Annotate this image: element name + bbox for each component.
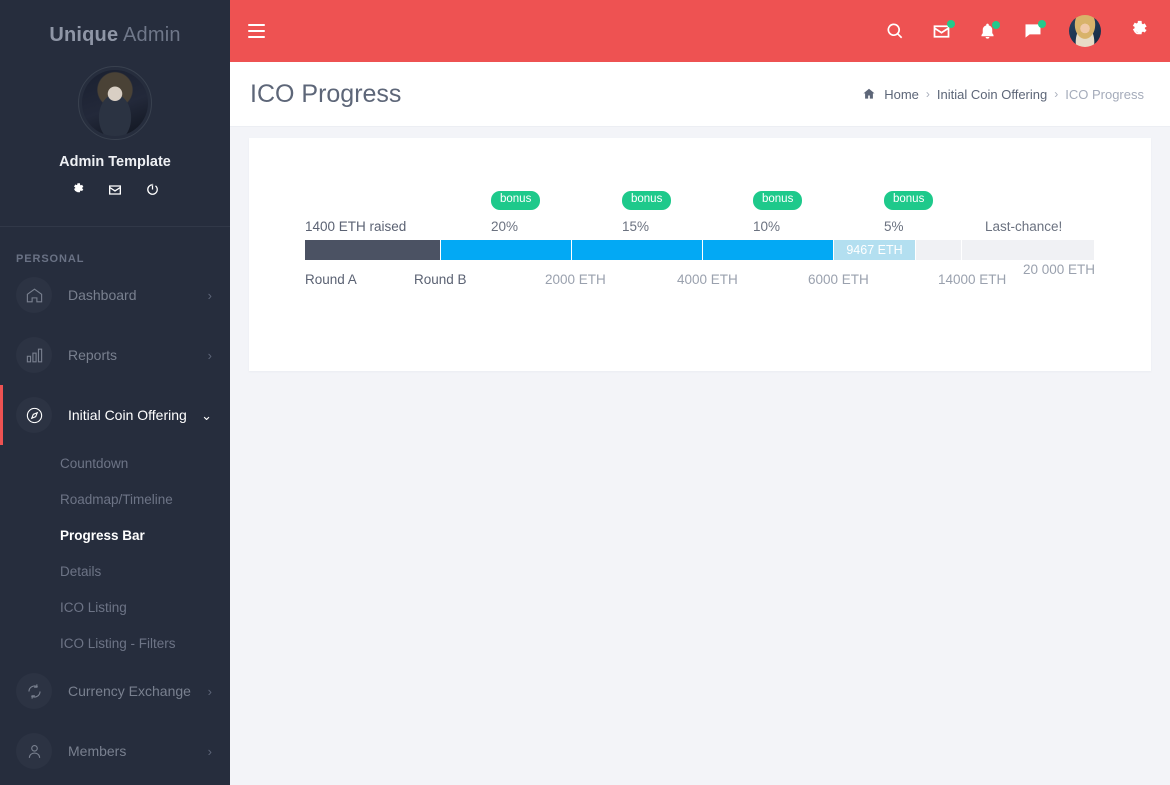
progress-bottom-label: 14000 ETH (938, 272, 1007, 287)
progress-segment (915, 240, 961, 260)
progress-bottom-label: 20 000 ETH (1023, 262, 1096, 277)
members-icon (16, 733, 52, 769)
bell-icon[interactable] (978, 20, 1000, 41)
sidebar-subitem-label: Roadmap/Timeline (60, 491, 173, 507)
progress-bar[interactable]: 9467 ETH (305, 240, 1094, 260)
page-header: ICO Progress Home › Initial Coin Offerin… (230, 62, 1170, 127)
sidebar-item-label: Initial Coin Offering (68, 407, 187, 423)
sidebar-item-dashboard[interactable]: Dashboard › (0, 265, 230, 325)
chevron-down-icon: ⌄ (201, 407, 212, 423)
compass-icon (16, 397, 52, 433)
progress-bottom-label: 6000 ETH (808, 272, 869, 287)
ico-progress-card: 1400 ETH raised bonus 20% bonus 15% bonus 10% b… (249, 138, 1151, 371)
progress-segment (440, 240, 571, 260)
chevron-right-icon: › (207, 347, 212, 363)
bonus-badge: bonus (753, 191, 803, 210)
bonus-badge: bonus (884, 191, 934, 210)
progress-bottom-label: 2000 ETH (545, 272, 606, 287)
chevron-right-icon: › (207, 287, 212, 303)
avatar[interactable] (78, 66, 152, 140)
sidebar-item-currency-exchange[interactable]: Currency Exchange › (0, 661, 230, 721)
progress-bottom-labels: Round A Round B 2000 ETH 4000 ETH 6000 ETH 14… (305, 260, 1096, 302)
sidebar-subitem-roadmap-timeline[interactable]: Roadmap/Timeline (0, 481, 230, 517)
progress-segment: 9467 ETH (833, 240, 915, 260)
mail-icon[interactable] (107, 182, 123, 198)
brand-bold: Unique (49, 24, 119, 46)
progress-top-label: 1400 ETH raised (305, 219, 407, 234)
home-icon (16, 277, 52, 313)
topbar-actions (885, 15, 1149, 47)
sidebar-subitem-details[interactable]: Details (0, 553, 230, 589)
bonus-badge: bonus (491, 191, 541, 210)
chevron-right-icon: › (207, 683, 212, 699)
breadcrumb-item-current: ICO Progress (1065, 86, 1144, 102)
sidebar-item-members[interactable]: Members › (0, 721, 230, 781)
sidebar-user-name: Admin Template (59, 154, 171, 170)
mail-badge (947, 19, 955, 28)
sidebar-section-label: PERSONAL (16, 253, 85, 265)
exchange-icon (16, 673, 52, 709)
settings-icon[interactable] (70, 182, 85, 198)
sidebar-item-label: Reports (68, 347, 118, 363)
brand-logo[interactable]: Unique Admin (0, 14, 230, 48)
sidebar-subitem-label: Countdown (60, 455, 129, 471)
breadcrumb-item-home[interactable]: Home (884, 87, 919, 102)
progress-segment (305, 240, 440, 260)
sidebar-item-initial-coin-offering[interactable]: Initial Coin Offering ⌄ (0, 385, 230, 445)
sidebar-item-reports[interactable]: Reports › (0, 325, 230, 385)
sidebar: Unique Admin Admin Template PERSONAL Das… (0, 0, 230, 785)
page-title: ICO Progress (250, 79, 402, 108)
sidebar-subitem-label: ICO Listing (60, 599, 127, 615)
sidebar-subitem-ico-listing[interactable]: ICO Listing (0, 589, 230, 625)
progress-bottom-label: Round B (414, 272, 467, 287)
progress-segment (571, 240, 702, 260)
sidebar-subitem-countdown[interactable]: Countdown (0, 445, 230, 481)
chat-icon[interactable] (1023, 20, 1046, 41)
gear-icon[interactable] (1127, 20, 1149, 42)
sidebar-item-label: Currency Exchange (68, 683, 191, 699)
bonus-percent-label: 20% (491, 219, 519, 234)
progress-segment (702, 240, 833, 260)
sidebar-item-label: Dashboard (68, 287, 137, 303)
chat-badge (1038, 20, 1046, 28)
bonus-percent-label: 5% (884, 219, 904, 234)
topbar (230, 0, 1170, 62)
breadcrumb-separator: › (1054, 87, 1059, 101)
search-icon[interactable] (885, 21, 905, 41)
sidebar-subitem-label: ICO Listing - Filters (60, 635, 176, 651)
bonus-percent-label: 15% (622, 219, 650, 234)
progress-top-label: Last-chance! (985, 219, 1063, 234)
brand-light: Admin (118, 24, 181, 46)
hamburger-menu-icon[interactable] (248, 20, 265, 41)
bonus-badge: bonus (622, 191, 672, 210)
progress-current-value-label: 9467 ETH (846, 243, 903, 257)
bar-chart-icon (16, 337, 52, 373)
bell-badge (992, 20, 1000, 29)
home-icon (862, 87, 876, 101)
sidebar-subitem-progress-bar[interactable]: Progress Bar (0, 517, 230, 553)
sidebar-subitem-label: Details (60, 563, 102, 579)
progress-segment (961, 240, 1092, 260)
breadcrumb: Home › Initial Coin Offering › ICO Progr… (862, 87, 1144, 102)
breadcrumb-separator: › (925, 87, 930, 101)
power-icon[interactable] (145, 182, 160, 198)
progress-bottom-label: Round A (305, 272, 357, 287)
progress-bottom-label: 4000 ETH (677, 272, 738, 287)
ico-progress-widget: 1400 ETH raised bonus 20% bonus 15% bonus 10% b… (305, 188, 1096, 302)
avatar-image (82, 70, 148, 136)
sidebar-header: Unique Admin Admin Template (0, 0, 230, 227)
sidebar-item-label: Members (68, 743, 127, 759)
mail-icon[interactable] (931, 19, 955, 42)
sidebar-subitem-label: Progress Bar (60, 527, 145, 543)
progress-top-labels: 1400 ETH raised bonus 20% bonus 15% bonus 10% b… (305, 188, 1094, 240)
sidebar-actions (0, 182, 230, 198)
sidebar-subitem-ico-listing-filters[interactable]: ICO Listing - Filters (0, 625, 230, 661)
user-avatar[interactable] (1069, 15, 1101, 47)
bonus-percent-label: 10% (753, 219, 781, 234)
chevron-right-icon: › (207, 743, 212, 759)
breadcrumb-item-initial-coin-offering[interactable]: Initial Coin Offering (937, 87, 1047, 102)
